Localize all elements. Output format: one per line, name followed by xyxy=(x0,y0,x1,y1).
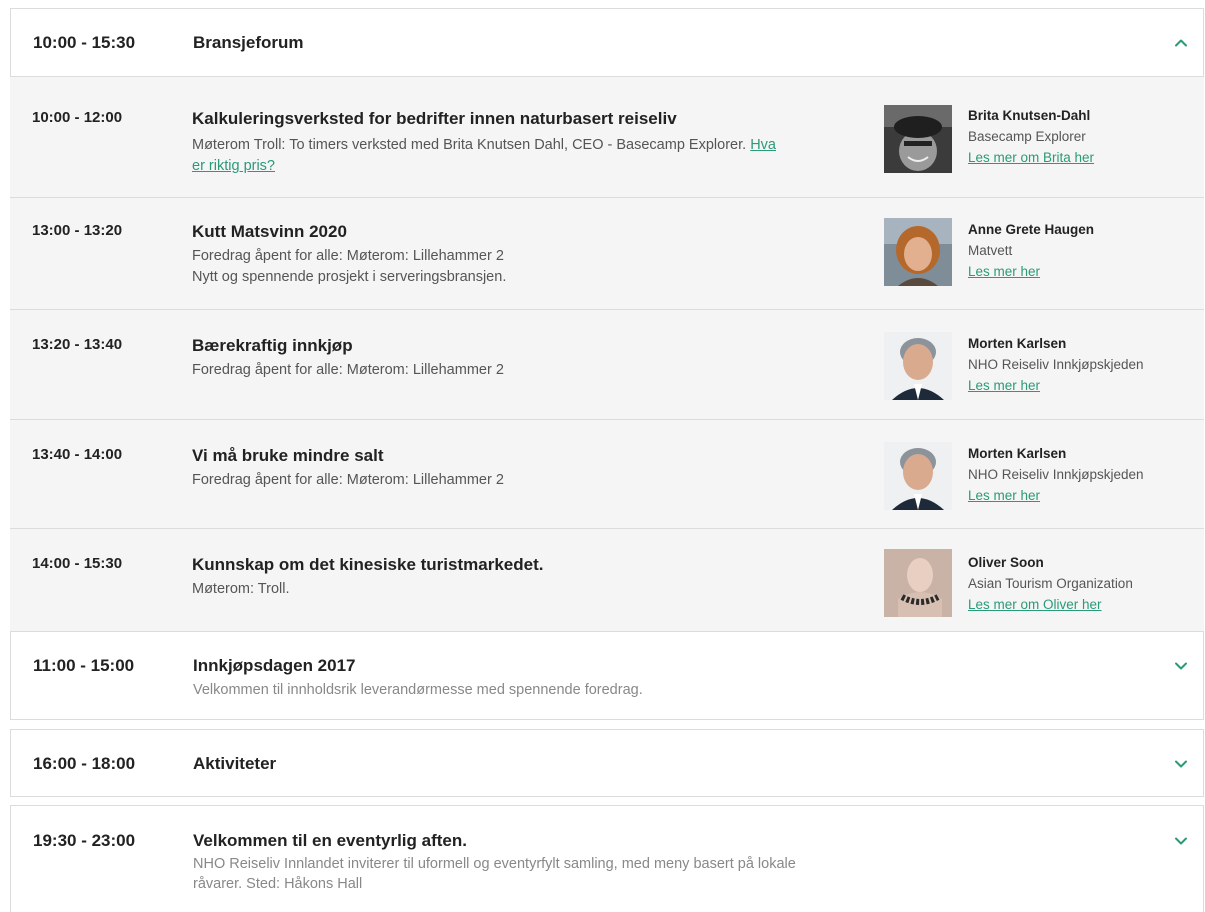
session-item: 13:00 - 13:20 Kutt Matsvinn 2020 Foredra… xyxy=(10,198,1204,310)
speaker-photo xyxy=(884,218,952,286)
section-title: Velkommen til en eventyrlig aften. xyxy=(193,831,467,850)
speaker-name: Morten Karlsen xyxy=(968,446,1067,461)
session-description: Møterom Troll: To timers verksted med Br… xyxy=(192,135,792,177)
chevron-up-icon[interactable] xyxy=(1173,35,1189,51)
section-header-aften[interactable]: 19:30 - 23:00 Velkommen til en eventyrli… xyxy=(10,805,1204,912)
session-item: 13:20 - 13:40 Bærekraftig innkjøp Foredr… xyxy=(10,310,1204,420)
session-time: 14:00 - 15:30 xyxy=(32,555,123,572)
session-description-text: Foredrag åpent for alle: Møterom: Lilleh… xyxy=(192,362,504,378)
section-header-bransjeforum[interactable]: 10:00 - 15:30 Bransjeforum xyxy=(10,8,1204,77)
session-description: Foredrag åpent for alle: Møterom: Lilleh… xyxy=(192,246,792,288)
section-header-innkjopsdagen[interactable]: 11:00 - 15:00 Innkjøpsdagen 2017 Velkomm… xyxy=(10,631,1204,720)
speaker-photo xyxy=(884,332,952,400)
session-description: Foredrag åpent for alle: Møterom: Lilleh… xyxy=(192,360,792,381)
section-description: NHO Reiseliv Innlandet inviterer til ufo… xyxy=(193,856,796,892)
speaker-organization: Basecamp Explorer xyxy=(968,129,1086,144)
speaker-organization: NHO Reiseliv Innkjøpskjeden xyxy=(968,357,1144,372)
speaker-link[interactable]: Les mer her xyxy=(968,264,1040,279)
session-title: Kalkuleringsverksted for bedrifter innen… xyxy=(192,109,677,128)
section-header-aktiviteter[interactable]: 16:00 - 18:00 Aktiviteter xyxy=(10,729,1204,797)
section-time: 11:00 - 15:00 xyxy=(33,656,135,675)
speaker-name: Brita Knutsen-Dahl xyxy=(968,108,1091,123)
session-title: Kutt Matsvinn 2020 xyxy=(192,222,347,241)
speaker-name: Oliver Soon xyxy=(968,555,1044,570)
chevron-down-icon[interactable] xyxy=(1173,658,1189,674)
session-item: 13:40 - 14:00 Vi må bruke mindre salt Fo… xyxy=(10,420,1204,529)
chevron-down-icon[interactable] xyxy=(1173,833,1189,849)
session-description-text: Møterom: Troll. xyxy=(192,581,290,597)
session-title: Vi må bruke mindre salt xyxy=(192,446,384,465)
section-time: 19:30 - 23:00 xyxy=(33,831,136,850)
session-time: 13:40 - 14:00 xyxy=(32,446,123,463)
section-title: Aktiviteter xyxy=(193,754,277,773)
speaker-link[interactable]: Les mer her xyxy=(968,488,1040,503)
session-list: 10:00 - 12:00 Kalkuleringsverksted for b… xyxy=(10,77,1204,631)
session-description-text: Foredrag åpent for alle: Møterom: Lilleh… xyxy=(192,248,504,264)
speaker-link[interactable]: Les mer her xyxy=(968,378,1040,393)
chevron-down-icon[interactable] xyxy=(1173,756,1189,772)
session-title: Kunnskap om det kinesiske turistmarkedet… xyxy=(192,555,544,574)
speaker-photo xyxy=(884,105,952,173)
speaker-organization: NHO Reiseliv Innkjøpskjeden xyxy=(968,467,1144,482)
speaker-name: Morten Karlsen xyxy=(968,336,1067,351)
program-page: 10:00 - 15:30 Bransjeforum 10:00 - 12:00… xyxy=(0,0,1205,912)
session-description-text: Foredrag åpent for alle: Møterom: Lilleh… xyxy=(192,472,504,488)
section-description: Velkommen til innholdsrik leverandørmess… xyxy=(193,682,643,698)
speaker-organization: Matvett xyxy=(968,243,1013,258)
speaker-photo xyxy=(884,549,952,617)
session-description: Foredrag åpent for alle: Møterom: Lilleh… xyxy=(192,470,792,491)
session-item: 10:00 - 12:00 Kalkuleringsverksted for b… xyxy=(10,77,1204,198)
session-title: Bærekraftig innkjøp xyxy=(192,336,353,355)
speaker-link[interactable]: Les mer om Oliver her xyxy=(968,597,1102,612)
speaker-name: Anne Grete Haugen xyxy=(968,222,1095,237)
speaker-photo xyxy=(884,442,952,510)
section-title: Bransjeforum xyxy=(193,33,304,52)
speaker-organization: Asian Tourism Organization xyxy=(968,576,1133,591)
session-time: 10:00 - 12:00 xyxy=(32,109,123,126)
session-description-text-2: Nytt og spennende prosjekt i serveringsb… xyxy=(192,269,507,285)
section-title: Innkjøpsdagen 2017 xyxy=(193,656,356,675)
session-item: 14:00 - 15:30 Kunnskap om det kinesiske … xyxy=(10,529,1204,631)
section-time: 10:00 - 15:30 xyxy=(33,33,136,52)
session-description-text: Møterom Troll: To timers verksted med Br… xyxy=(192,137,747,153)
session-description: Møterom: Troll. xyxy=(192,579,792,600)
speaker-link[interactable]: Les mer om Brita her xyxy=(968,150,1094,165)
section-time: 16:00 - 18:00 xyxy=(33,754,136,773)
session-time: 13:00 - 13:20 xyxy=(32,222,123,239)
session-time: 13:20 - 13:40 xyxy=(32,336,123,353)
